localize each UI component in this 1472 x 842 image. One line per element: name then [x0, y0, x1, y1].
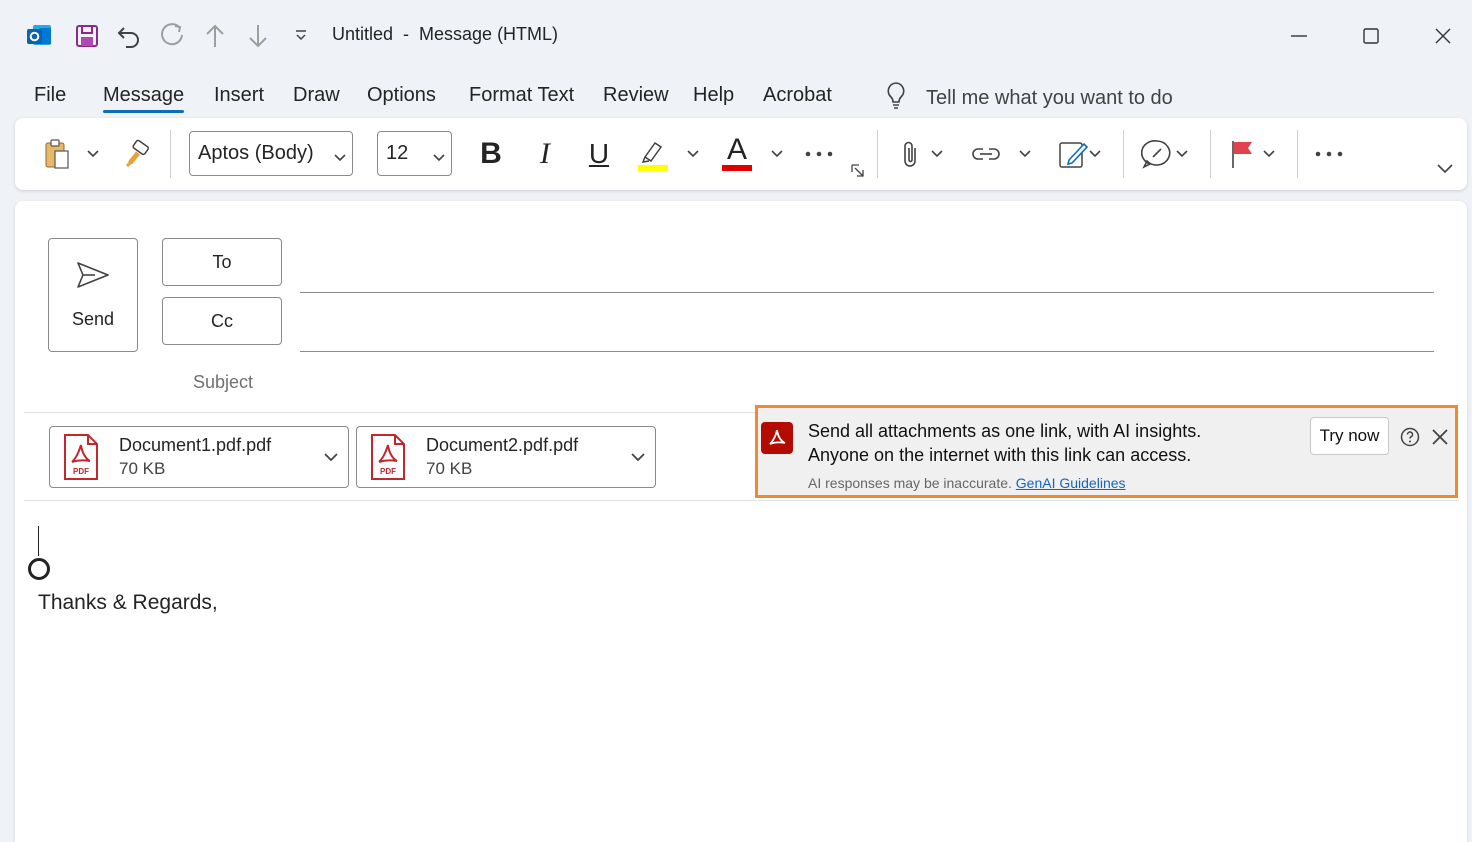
- chevron-down-icon: [334, 145, 346, 168]
- message-body[interactable]: Thanks & Regards,: [24, 503, 1459, 842]
- highlight-icon[interactable]: [635, 134, 671, 174]
- subject-label[interactable]: Subject: [193, 372, 253, 393]
- paste-dropdown-chevron-icon[interactable]: [83, 134, 103, 174]
- signature-dropdown-chevron-icon[interactable]: [1085, 134, 1105, 174]
- attachment-name: Document2.pdf.pdf: [426, 435, 579, 455]
- send-label: Send: [71, 309, 115, 329]
- bold-button[interactable]: B: [473, 134, 509, 174]
- menu-review[interactable]: Review: [603, 84, 669, 107]
- pdf-file-icon: PDF: [369, 433, 407, 486]
- paste-icon[interactable]: [37, 134, 77, 174]
- menu-format-text[interactable]: Format Text: [469, 84, 574, 107]
- link-dropdown-chevron-icon[interactable]: [1015, 134, 1035, 174]
- font-name-value: Aptos (Body): [198, 142, 314, 164]
- undo-icon[interactable]: [114, 20, 144, 52]
- title-bar: Untitled - Message (HTML): [0, 0, 1472, 72]
- banner-line-1: Send all attachments as one link, with A…: [808, 421, 1202, 441]
- font-name-select[interactable]: Aptos (Body): [189, 131, 353, 176]
- tell-me-label: Tell me what you want to do: [926, 86, 1173, 109]
- banner-message: Send all attachments as one link, with A…: [808, 419, 1201, 467]
- cc-button[interactable]: Cc: [162, 297, 282, 345]
- menu-acrobat[interactable]: Acrobat: [763, 84, 832, 107]
- dictate-icon[interactable]: [1139, 134, 1175, 174]
- acrobat-share-banner: Send all attachments as one link, with A…: [755, 405, 1458, 498]
- banner-close-icon[interactable]: [1431, 428, 1449, 451]
- menu-help[interactable]: Help: [693, 84, 734, 107]
- banner-note: AI responses may be inaccurate. GenAI Gu…: [808, 475, 1126, 491]
- font-color-swatch: [722, 165, 752, 171]
- mouse-pointer-icon: [28, 558, 50, 580]
- acrobat-logo-icon: [761, 422, 793, 454]
- font-size-select[interactable]: 12: [377, 131, 452, 176]
- menu-bar: File Message Insert Draw Options Format …: [0, 78, 1472, 114]
- ribbon-toolbar: Aptos (Body) 12 B I U A: [15, 118, 1467, 190]
- link-icon[interactable]: [967, 134, 1005, 174]
- menu-message[interactable]: Message: [103, 84, 185, 113]
- attachment-name: Document1.pdf.pdf: [119, 435, 272, 455]
- to-button[interactable]: To: [162, 238, 282, 286]
- attachment-size: 70 KB: [426, 459, 473, 478]
- window-title: Untitled - Message (HTML): [332, 24, 559, 44]
- chevron-down-icon[interactable]: [324, 449, 338, 467]
- dialog-launcher-icon[interactable]: [849, 162, 867, 180]
- chevron-down-icon: [433, 145, 445, 168]
- help-icon[interactable]: [1400, 427, 1420, 452]
- try-now-button[interactable]: Try now: [1310, 417, 1389, 455]
- attach-dropdown-chevron-icon[interactable]: [927, 134, 947, 174]
- more-font-options-icon[interactable]: [803, 134, 835, 174]
- compose-pane: Send To Cc Subject PDF Document1.pdf.pdf…: [15, 201, 1467, 842]
- down-arrow-icon[interactable]: [244, 20, 272, 52]
- menu-options[interactable]: Options: [367, 84, 436, 107]
- follow-up-flag-icon[interactable]: [1225, 134, 1259, 174]
- customize-qat-icon[interactable]: [290, 20, 312, 52]
- menu-file[interactable]: File: [34, 84, 66, 107]
- more-commands-icon[interactable]: [1313, 134, 1345, 174]
- tell-me-search[interactable]: Tell me what you want to do: [884, 80, 1173, 116]
- send-icon: [75, 260, 111, 295]
- text-cursor: [38, 526, 39, 556]
- format-painter-icon[interactable]: [119, 134, 159, 174]
- banner-disclaimer: AI responses may be inaccurate.: [808, 475, 1012, 491]
- font-color-icon[interactable]: A: [717, 134, 757, 174]
- menu-insert[interactable]: Insert: [214, 84, 264, 107]
- close-icon[interactable]: [1425, 20, 1461, 52]
- dictate-dropdown-chevron-icon[interactable]: [1172, 134, 1192, 174]
- italic-button[interactable]: I: [527, 134, 563, 174]
- expand-ribbon-chevron-icon[interactable]: [1433, 154, 1457, 184]
- send-button[interactable]: Send: [48, 238, 138, 352]
- pdf-file-icon: PDF: [62, 433, 100, 486]
- svg-text:PDF: PDF: [73, 467, 89, 476]
- to-field[interactable]: [300, 292, 1434, 293]
- up-arrow-icon[interactable]: [201, 20, 229, 52]
- chevron-down-icon[interactable]: [631, 449, 645, 467]
- attachment-size: 70 KB: [119, 459, 166, 478]
- font-color-letter: A: [726, 133, 747, 166]
- cc-field[interactable]: [300, 351, 1434, 352]
- signoff-text: Thanks & Regards,: [38, 591, 218, 614]
- menu-draw[interactable]: Draw: [293, 84, 340, 107]
- save-icon[interactable]: [72, 20, 102, 52]
- font-size-value: 12: [386, 142, 409, 164]
- redo-icon[interactable]: [158, 20, 188, 52]
- lightbulb-icon: [884, 80, 908, 116]
- attachment-card[interactable]: PDF Document2.pdf.pdf 70 KB: [356, 426, 656, 488]
- font-color-dropdown-chevron-icon[interactable]: [767, 134, 787, 174]
- outlook-icon: [24, 20, 54, 52]
- attachment-card[interactable]: PDF Document1.pdf.pdf 70 KB: [49, 426, 349, 488]
- underline-button[interactable]: U: [581, 134, 617, 174]
- flag-dropdown-chevron-icon[interactable]: [1259, 134, 1279, 174]
- minimize-icon[interactable]: [1281, 20, 1317, 52]
- banner-line-2: Anyone on the internet with this link ca…: [808, 445, 1192, 465]
- maximize-icon[interactable]: [1353, 20, 1389, 52]
- highlight-dropdown-chevron-icon[interactable]: [683, 134, 703, 174]
- genai-guidelines-link[interactable]: GenAI Guidelines: [1016, 475, 1126, 491]
- attach-file-icon[interactable]: [895, 134, 925, 174]
- svg-text:PDF: PDF: [380, 467, 396, 476]
